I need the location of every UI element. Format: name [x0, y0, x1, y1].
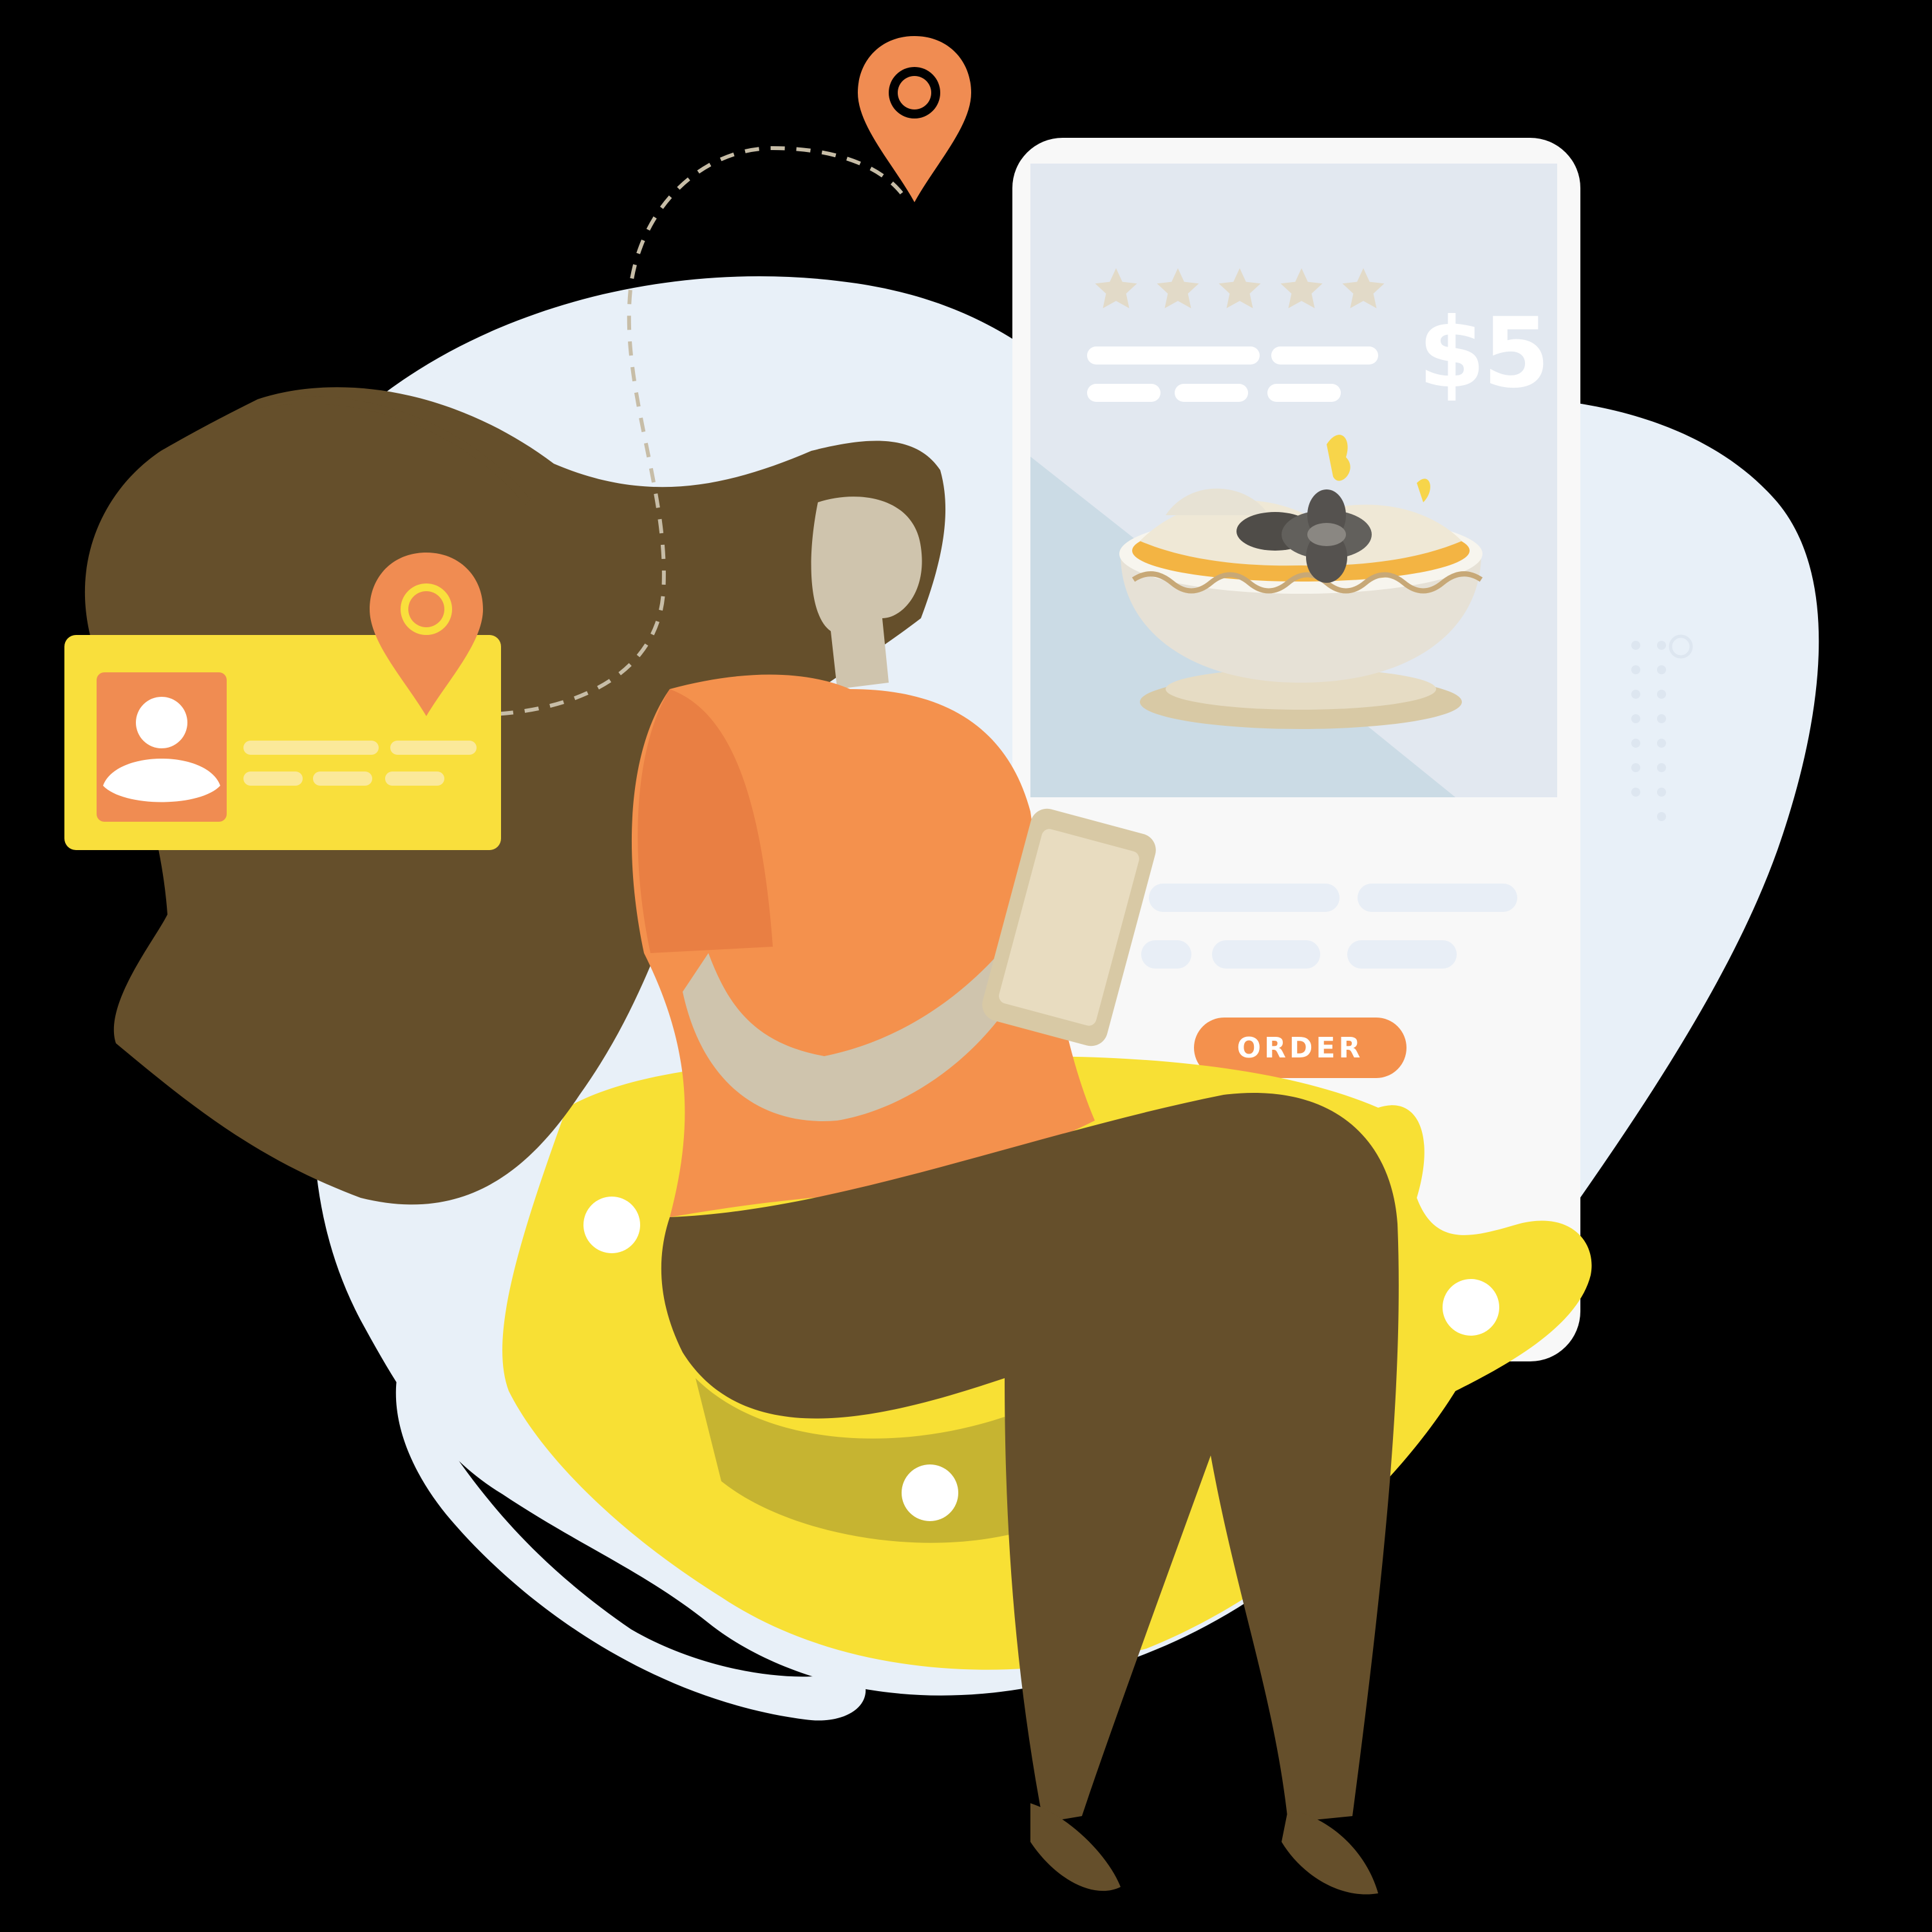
decorative-dots	[1631, 634, 1693, 821]
location-pin-icon	[858, 36, 971, 202]
location-pin-icon	[370, 553, 483, 716]
text-line-placeholder	[385, 772, 444, 786]
seat-dot	[902, 1464, 958, 1521]
text-line-placeholder	[313, 772, 372, 786]
seat-dot	[583, 1197, 640, 1253]
shoe	[1282, 1810, 1378, 1895]
woman-figure	[84, 146, 1592, 1895]
user-profile-icon	[97, 672, 227, 822]
text-line-placeholder	[243, 741, 379, 755]
text-line-placeholder	[390, 741, 477, 755]
text-line-placeholder	[243, 772, 303, 786]
seat-dot	[1443, 1279, 1499, 1336]
